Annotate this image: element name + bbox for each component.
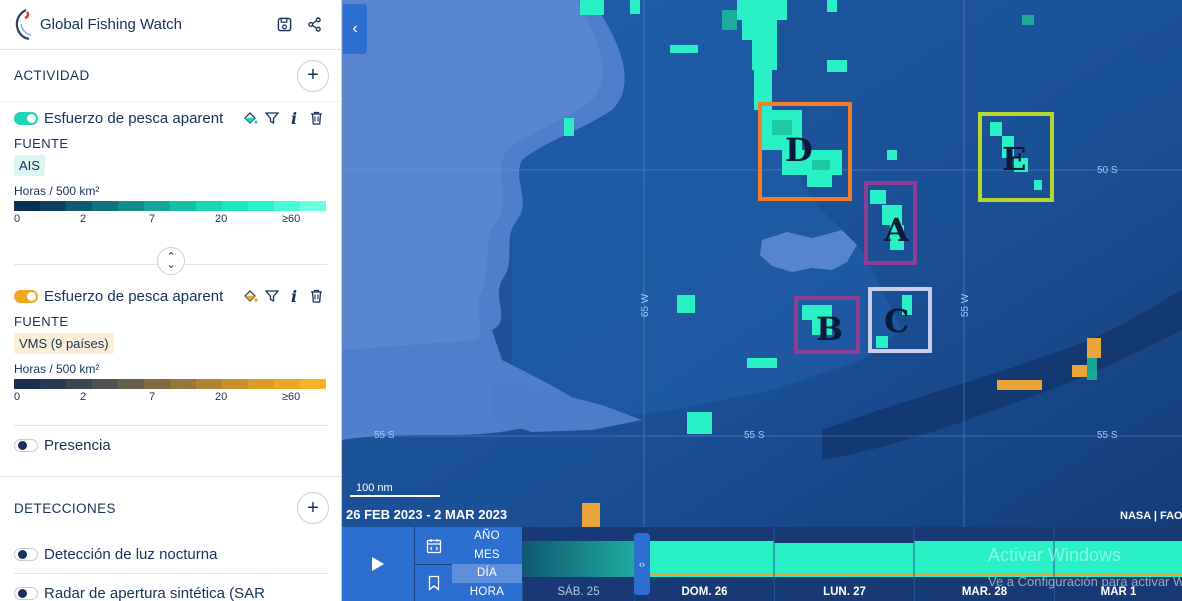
legend-ticks: 0 2 7 20 ≥60 — [14, 213, 326, 227]
layer-header: Radar de apertura sintética (SAR — [14, 578, 327, 601]
delete-icon[interactable] — [305, 107, 327, 129]
info-icon[interactable]: i — [283, 107, 305, 129]
layer-sar: Radar de apertura sintética (SAR — [0, 574, 341, 601]
map-view[interactable]: 50 S 65 W 55 W 55 S 55 S 55 S D E A B C — [342, 0, 1182, 527]
tick-label: ≥60 — [282, 213, 301, 225]
grid-label: 55 S — [1097, 430, 1118, 441]
calendar-icon[interactable] — [415, 527, 452, 564]
layer-toggle[interactable] — [14, 111, 38, 125]
save-icon[interactable] — [269, 10, 299, 40]
layer-name: Radar de apertura sintética (SAR — [44, 584, 265, 601]
layer-header: Presencia — [14, 430, 327, 460]
delete-icon[interactable] — [305, 285, 327, 307]
filter-icon[interactable] — [261, 285, 283, 307]
activity-section-header: ACTIVIDAD + — [0, 50, 341, 102]
source-label: FUENTE — [14, 136, 69, 151]
tick-label: 2 — [80, 213, 87, 225]
color-fill-icon[interactable] — [239, 107, 261, 129]
legend-scale-ais — [14, 201, 326, 211]
color-fill-icon[interactable] — [239, 285, 261, 307]
resolution-month[interactable]: MES — [452, 546, 522, 565]
tick-label: 0 — [14, 391, 21, 403]
layer-header: Esfuerzo de pesca aparent i — [14, 103, 327, 133]
layer-toggle[interactable] — [14, 438, 38, 452]
layer-name: Esfuerzo de pesca aparent — [44, 109, 224, 127]
tick-label: ≥60 — [282, 391, 301, 403]
play-button[interactable] — [342, 527, 414, 601]
layer-night-lights: Detección de luz nocturna — [0, 539, 341, 573]
tick-label: 20 — [215, 391, 228, 403]
source-chip-ais: AIS — [14, 155, 45, 176]
timeline-start-handle[interactable]: ‹› — [634, 533, 650, 595]
box-label-e: E — [1002, 140, 1027, 178]
app-header: Global Fishing Watch — [0, 0, 341, 50]
resolution-year[interactable]: AÑO — [452, 527, 522, 546]
windows-activation-subtitle: Ve a Configuración para activar Windows. — [988, 574, 1182, 589]
layer-name: Detección de luz nocturna — [44, 545, 218, 563]
map-canvas — [342, 0, 1182, 527]
day-label: SÁB. 25 — [522, 581, 634, 601]
box-label-c: C — [884, 302, 910, 340]
add-detection-button[interactable]: + — [297, 492, 329, 524]
timebar-tools — [414, 527, 452, 601]
layer-toggle[interactable] — [14, 289, 38, 303]
grid-label: 55 W — [960, 293, 972, 318]
time-resolution-selector: AÑO MES DÍA HORA — [452, 527, 522, 601]
collapse-sidebar-button[interactable]: ‹ — [343, 4, 367, 54]
detections-section-header: DETECCIONES + — [0, 477, 341, 539]
layer-toggle[interactable] — [14, 547, 38, 561]
resolution-day[interactable]: DÍA — [452, 564, 522, 583]
box-label-b: B — [816, 310, 844, 348]
gfw-logo-icon — [15, 8, 32, 40]
layer-vms: Esfuerzo de pesca aparent i FUENTE VMS (… — [0, 265, 341, 425]
date-range-label: 26 FEB 2023 - 2 MAR 2023 — [346, 507, 508, 522]
day-label: LUN. 27 — [774, 581, 914, 601]
activity-section-title: ACTIVIDAD — [14, 68, 90, 83]
tick-label: 0 — [14, 213, 21, 225]
play-icon — [372, 557, 384, 571]
windows-activation-title: Activar Windows — [988, 545, 1122, 565]
map-scale-bar — [350, 495, 440, 497]
legend-unit: Horas / 500 km² — [14, 362, 100, 376]
layer-header: Detección de luz nocturna — [14, 539, 327, 569]
source-label: FUENTE — [14, 314, 69, 329]
tick-label: 20 — [215, 213, 228, 225]
legend-ticks: 0 2 7 20 ≥60 — [14, 391, 326, 405]
tick-label: 2 — [80, 391, 87, 403]
add-activity-button[interactable]: + — [297, 59, 329, 92]
layer-name: Esfuerzo de pesca aparent — [44, 287, 224, 305]
layer-ais: Esfuerzo de pesca aparent i FUENTE AIS H… — [0, 102, 341, 264]
day-label: DOM. 26 — [634, 581, 774, 601]
source-chip-vms: VMS (9 países) — [14, 333, 114, 354]
tick-label: 7 — [149, 213, 156, 225]
share-icon[interactable] — [299, 10, 329, 40]
box-label-d: D — [785, 131, 813, 169]
legend-scale-vms — [14, 379, 326, 389]
box-label-a: A — [884, 211, 909, 249]
grid-label: 65 W — [640, 293, 652, 318]
map-scale-label: 100 nm — [356, 482, 393, 494]
map-attribution: NASA | FAO — [1120, 510, 1182, 522]
layer-header: Esfuerzo de pesca aparent i — [14, 281, 327, 311]
sidebar: Global Fishing Watch ACTIVIDAD + Esfuerz… — [0, 0, 342, 601]
filter-icon[interactable] — [261, 107, 283, 129]
app-title: Global Fishing Watch — [40, 16, 183, 33]
tick-label: 7 — [149, 391, 156, 403]
info-icon[interactable]: i — [283, 285, 305, 307]
layer-presence: Presencia — [0, 426, 341, 476]
resolution-hour[interactable]: HORA — [452, 583, 522, 601]
grid-label: 50 S — [1097, 165, 1118, 176]
detections-section-title: DETECCIONES — [14, 500, 116, 516]
layer-name: Presencia — [44, 436, 111, 454]
bookmark-icon[interactable] — [415, 564, 452, 601]
grid-label: 55 S — [744, 430, 765, 441]
grid-label: 55 S — [374, 430, 395, 441]
legend-unit: Horas / 500 km² — [14, 184, 100, 198]
layer-toggle[interactable] — [14, 586, 38, 600]
